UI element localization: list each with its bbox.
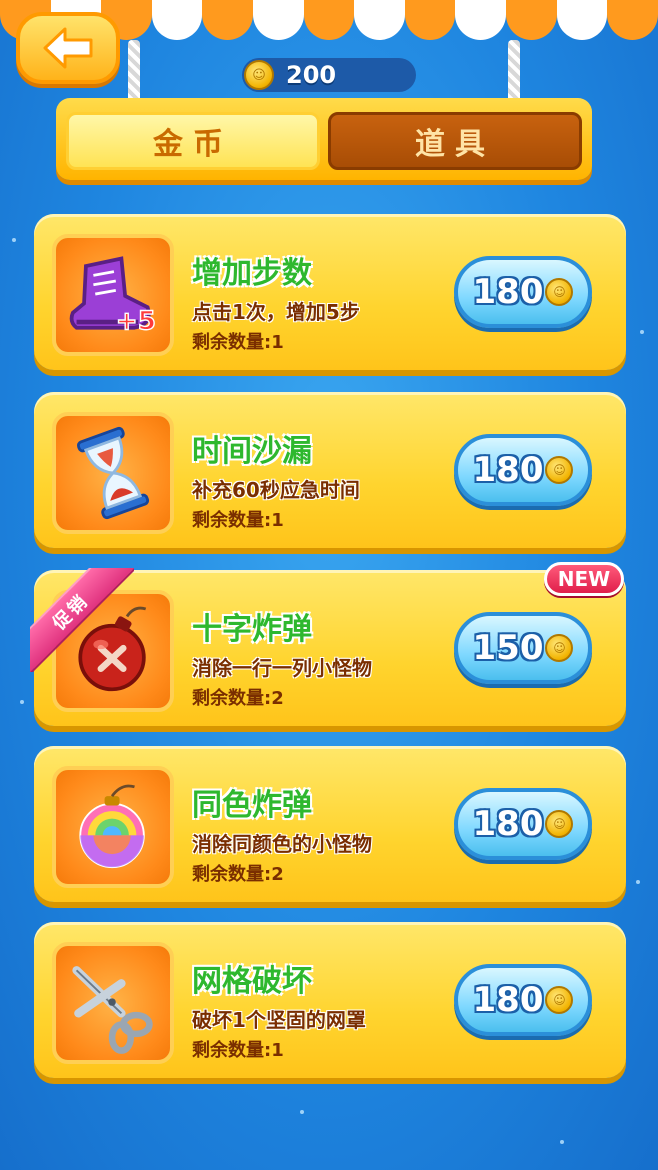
item-description: 消除同颜色的小怪物 [192, 832, 372, 856]
coin-icon: ☺ [244, 60, 274, 90]
coin-icon: ☺ [545, 456, 574, 484]
coin-balance: ☺ 200 [242, 58, 416, 92]
promo-label: 促销 [30, 568, 134, 672]
tab-bar: 金币 道具 [56, 98, 592, 180]
shop-item-card: +5 增加步数 点击1次，增加5步 剩余数量:1 180 ☺ [34, 214, 626, 370]
item-description: 消除一行一列小怪物 [192, 656, 372, 680]
background-sparkle [300, 1110, 304, 1114]
item-description: 破坏1个坚固的网罩 [192, 1008, 366, 1032]
item-description: 点击1次，增加5步 [192, 300, 360, 324]
price-label: 150 [472, 628, 544, 668]
coin-icon: ☺ [545, 986, 574, 1014]
item-remaining: 剩余数量:1 [192, 332, 284, 353]
promo-ribbon: 促销 [30, 568, 134, 672]
background-sparkle [20, 700, 24, 704]
item-name: 时间沙漏 [192, 434, 312, 469]
item-name: 网格破坏 [192, 964, 312, 999]
item-icon-frame [52, 412, 174, 534]
boot-icon: +5 [69, 256, 157, 337]
price-label: 180 [472, 450, 544, 490]
coin-icon: ☺ [545, 810, 574, 838]
price-label: 180 [472, 980, 544, 1020]
hanging-rope [508, 40, 520, 104]
background-sparkle [636, 880, 640, 884]
price-label: 180 [472, 272, 544, 312]
item-icon-frame: +5 [52, 234, 174, 356]
coin-icon: ☺ [545, 278, 574, 306]
item-name: 同色炸弹 [192, 788, 312, 823]
buy-button[interactable]: 180 ☺ [454, 788, 592, 860]
buy-button[interactable]: 180 ☺ [454, 964, 592, 1036]
tab-coins[interactable]: 金币 [66, 112, 320, 170]
back-button[interactable] [16, 12, 120, 84]
item-icon-frame [52, 766, 174, 888]
shop-item-card: 网格破坏 破坏1个坚固的网罩 剩余数量:1 180 ☺ [34, 922, 626, 1078]
buy-button[interactable]: 150 ☺ [454, 612, 592, 684]
coin-icon: ☺ [545, 634, 574, 662]
coin-amount: 200 [286, 61, 337, 89]
item-remaining: 剩余数量:1 [192, 1040, 284, 1061]
item-remaining: 剩余数量:2 [192, 864, 284, 885]
background-sparkle [560, 1140, 564, 1144]
buy-button[interactable]: 180 ☺ [454, 434, 592, 506]
shop-item-card: 同色炸弹 消除同颜色的小怪物 剩余数量:2 180 ☺ [34, 746, 626, 902]
background-sparkle [12, 238, 16, 242]
item-name: 十字炸弹 [192, 612, 312, 647]
item-description: 补充60秒应急时间 [192, 478, 360, 502]
tab-items[interactable]: 道具 [328, 112, 582, 170]
scissors-icon [72, 966, 153, 1054]
item-remaining: 剩余数量:2 [192, 688, 284, 709]
hourglass-icon [76, 426, 150, 520]
shop-item-card: 时间沙漏 补充60秒应急时间 剩余数量:1 180 ☺ [34, 392, 626, 548]
price-label: 180 [472, 804, 544, 844]
svg-text:+5: +5 [116, 307, 156, 337]
buy-button[interactable]: 180 ☺ [454, 256, 592, 328]
hanging-rope [128, 40, 140, 104]
item-name: 增加步数 [192, 256, 312, 291]
item-remaining: 剩余数量:1 [192, 510, 284, 531]
new-badge: NEW [544, 562, 624, 596]
item-icon-frame [52, 942, 174, 1064]
rainbow-bomb-icon [79, 784, 145, 869]
back-arrow-icon [43, 27, 93, 69]
background-sparkle [640, 330, 644, 334]
